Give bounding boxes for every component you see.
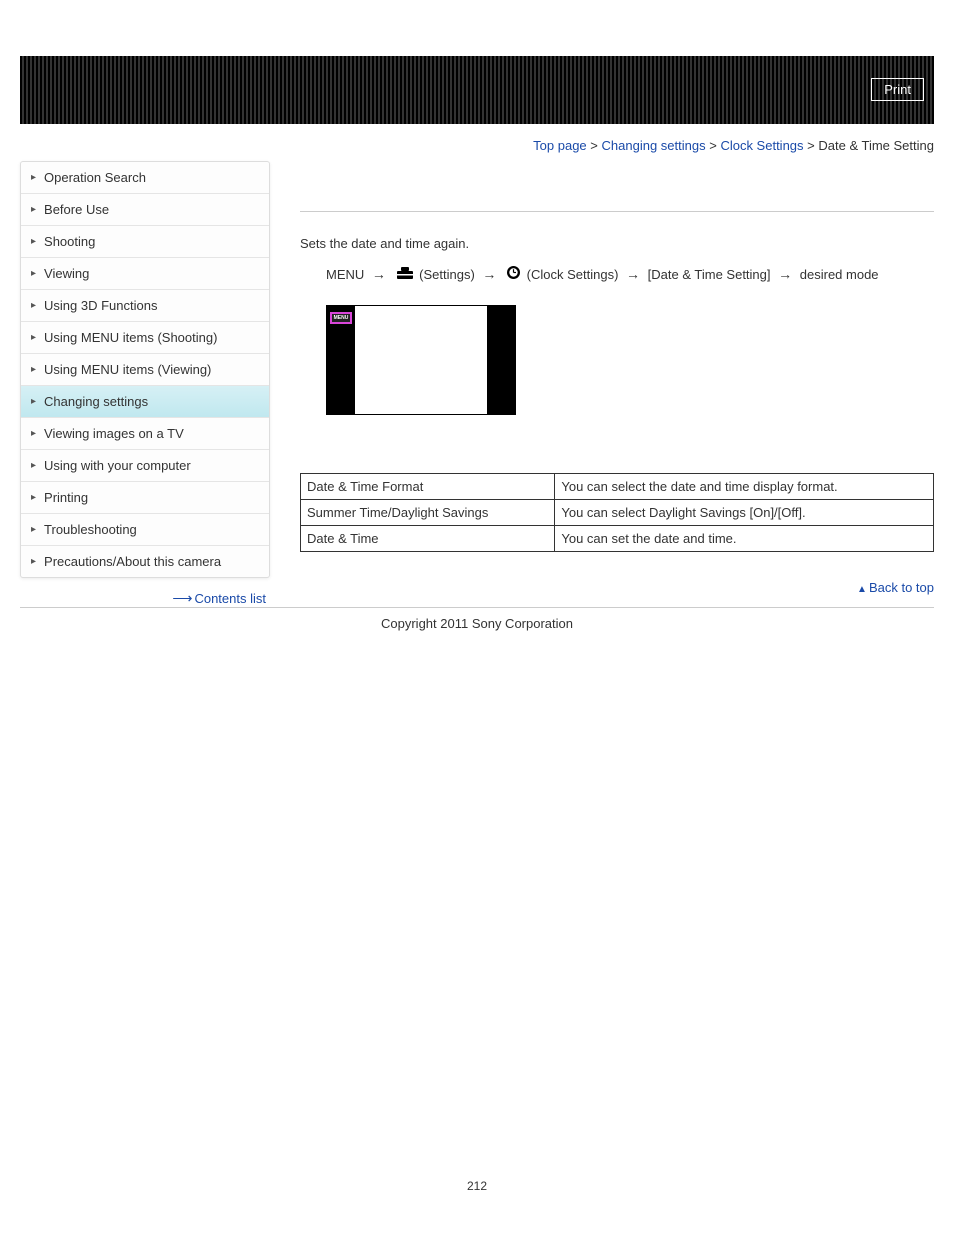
sidebar-item-operation-search[interactable]: ▸ Operation Search — [21, 162, 269, 194]
sidebar-item-label: Using MENU items (Shooting) — [44, 330, 217, 345]
caret-icon: ▸ — [31, 556, 36, 567]
path-clock: (Clock Settings) — [527, 267, 619, 282]
sidebar-item-3d-functions[interactable]: ▸ Using 3D Functions — [21, 290, 269, 322]
sidebar-wrap: ▸Operation Search ▸Before Use ▸Shooting … — [20, 161, 270, 607]
screen-thumbnail: MENU — [326, 305, 516, 415]
sidebar-item-menu-shooting[interactable]: ▸ Using MENU items (Shooting) — [21, 322, 269, 354]
copyright-text: Copyright 2011 Sony Corporation — [20, 608, 934, 639]
breadcrumb-sep: > — [590, 138, 598, 153]
caret-icon: ▸ — [31, 460, 36, 471]
breadcrumb-top-page[interactable]: Top page — [533, 138, 587, 153]
caret-icon: ▸ — [31, 300, 36, 311]
breadcrumb-current: Date & Time Setting — [818, 138, 934, 153]
header-band: Print — [20, 56, 934, 124]
sidebar-item-label: Shooting — [44, 234, 95, 249]
caret-icon: ▸ — [31, 332, 36, 343]
sidebar-item-menu-viewing[interactable]: ▸ Using MENU items (Viewing) — [21, 354, 269, 386]
sidebar-item-precautions[interactable]: ▸ Precautions/About this camera — [21, 546, 269, 577]
arrow-icon: → — [482, 266, 496, 282]
path-menu: MENU — [326, 267, 364, 282]
contents-list-link[interactable]: Contents list — [194, 591, 266, 606]
triangle-up-icon: ▲ — [857, 584, 867, 595]
thumb-left-bar: MENU — [327, 306, 355, 414]
arrow-icon: → — [372, 266, 386, 282]
breadcrumb-changing-settings[interactable]: Changing settings — [602, 138, 706, 153]
option-name: Summer Time/Daylight Savings — [301, 499, 555, 525]
option-desc: You can select Daylight Savings [On]/[Of… — [555, 499, 934, 525]
caret-icon: ▸ — [31, 364, 36, 375]
intro-text: Sets the date and time again. — [300, 236, 934, 251]
sidebar-item-viewing[interactable]: ▸ Viewing — [21, 258, 269, 290]
sidebar-item-changing-settings[interactable]: ▸ Changing settings — [21, 386, 269, 418]
path-setting: [Date & Time Setting] — [648, 267, 771, 282]
caret-icon: ▸ — [31, 268, 36, 279]
sidebar-item-label: Troubleshooting — [44, 522, 137, 537]
sidebar-item-label: Viewing — [44, 266, 89, 281]
table-row: Summer Time/Daylight Savings You can sel… — [301, 499, 934, 525]
thumb-right-bar — [487, 306, 515, 414]
print-button[interactable]: Print — [871, 78, 924, 101]
caret-icon: ▸ — [31, 172, 36, 183]
options-table: Date & Time Format You can select the da… — [300, 473, 934, 552]
arrow-icon: → — [778, 266, 792, 282]
arrow-icon: → — [626, 266, 640, 282]
sidebar-item-label: Precautions/About this camera — [44, 554, 221, 569]
table-row: Date & Time You can set the date and tim… — [301, 525, 934, 551]
sidebar-item-label: Changing settings — [44, 394, 148, 409]
table-row: Date & Time Format You can select the da… — [301, 473, 934, 499]
caret-icon: ▸ — [31, 428, 36, 439]
contents-list-wrap: ⟶ Contents list — [20, 578, 270, 607]
breadcrumb-sep: > — [807, 138, 815, 153]
sidebar-item-before-use[interactable]: ▸ Before Use — [21, 194, 269, 226]
sidebar: ▸Operation Search ▸Before Use ▸Shooting … — [20, 161, 270, 578]
thumb-menu-highlight: MENU — [330, 312, 352, 324]
option-name: Date & Time — [301, 525, 555, 551]
sidebar-item-label: Using with your computer — [44, 458, 191, 473]
page-number: 212 — [20, 639, 934, 1223]
path-desired: desired mode — [800, 267, 879, 282]
sidebar-item-label: Viewing images on a TV — [44, 426, 184, 441]
caret-icon: ▸ — [31, 524, 36, 535]
main-content: Sets the date and time again. MENU → (Se… — [300, 161, 934, 601]
breadcrumb-clock-settings[interactable]: Clock Settings — [720, 138, 803, 153]
back-to-top-wrap: ▲Back to top — [300, 552, 934, 601]
menu-navigation-path: MENU → (Settings) → (Clock Settings) → [… — [300, 263, 934, 287]
option-name: Date & Time Format — [301, 473, 555, 499]
option-desc: You can select the date and time display… — [555, 473, 934, 499]
sidebar-item-viewing-tv[interactable]: ▸ Viewing images on a TV — [21, 418, 269, 450]
caret-icon: ▸ — [31, 236, 36, 247]
divider — [300, 211, 934, 212]
caret-icon: ▸ — [31, 204, 36, 215]
sidebar-item-label: Using MENU items (Viewing) — [44, 362, 211, 377]
clock-icon — [506, 265, 521, 287]
sidebar-item-label: Printing — [44, 490, 88, 505]
thumb-screen-area — [355, 306, 487, 414]
caret-icon: ▸ — [31, 396, 36, 407]
arrow-right-icon: ⟶ — [172, 590, 190, 607]
back-to-top-link[interactable]: Back to top — [869, 580, 934, 595]
breadcrumb: Top page > Changing settings > Clock Set… — [20, 124, 934, 161]
sidebar-item-label: Operation Search — [44, 170, 146, 185]
sidebar-item-label: Using 3D Functions — [44, 298, 157, 313]
sidebar-item-shooting[interactable]: ▸ Shooting — [21, 226, 269, 258]
caret-icon: ▸ — [31, 492, 36, 503]
sidebar-item-printing[interactable]: ▸ Printing — [21, 482, 269, 514]
sidebar-item-label: Before Use — [44, 202, 109, 217]
sidebar-item-computer[interactable]: ▸ Using with your computer — [21, 450, 269, 482]
breadcrumb-sep: > — [709, 138, 717, 153]
option-desc: You can set the date and time. — [555, 525, 934, 551]
path-settings: (Settings) — [419, 267, 475, 282]
toolbox-icon — [396, 265, 414, 287]
sidebar-item-troubleshooting[interactable]: ▸ Troubleshooting — [21, 514, 269, 546]
